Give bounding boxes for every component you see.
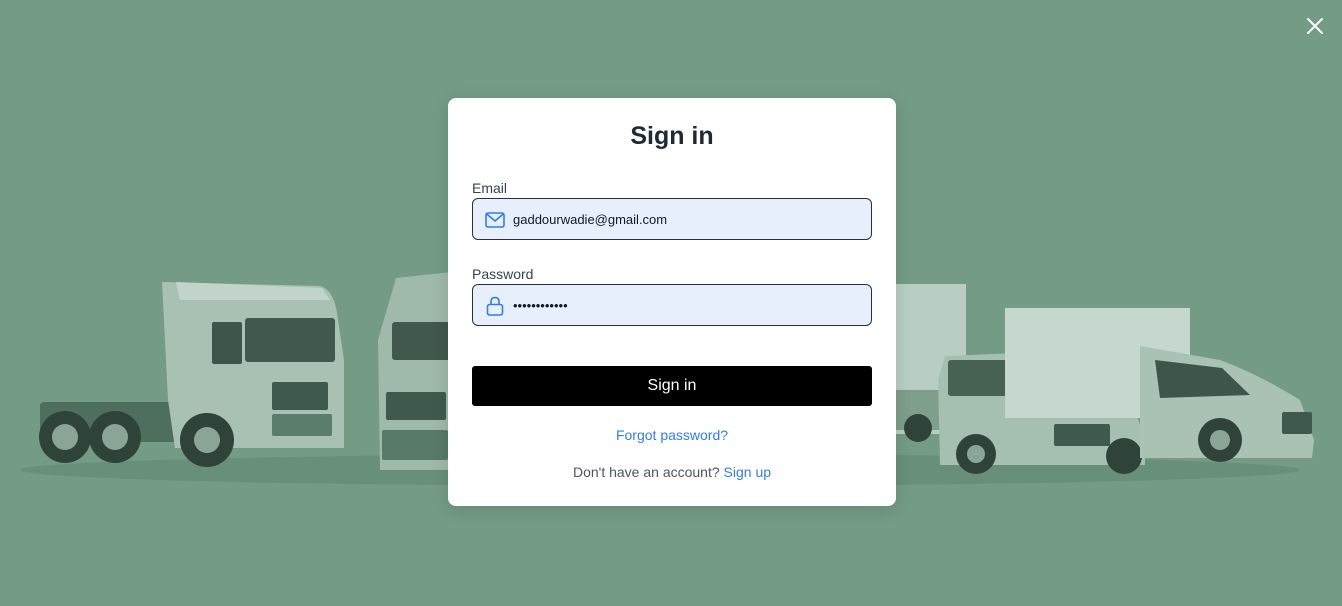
forgot-password-row: Forgot password? [448,427,896,443]
sign-up-link[interactable]: Sign up [724,464,771,480]
page-title: Sign in [630,122,714,150]
sign-in-modal: Sign in Email Password Sign [448,98,896,506]
signup-row: Don't have an account? Sign up [448,464,896,480]
email-input[interactable] [513,199,863,239]
truck-semi-left [39,282,344,467]
close-button[interactable] [1303,14,1327,38]
sign-in-button[interactable]: Sign in [472,366,872,406]
lock-icon [484,295,506,317]
no-account-text: Don't have an account? [572,464,720,480]
password-field[interactable] [472,284,872,326]
password-label: Password [472,266,534,282]
password-input[interactable] [513,285,863,325]
sign-in-screen: Sign in Email Password Sign [0,0,1342,606]
email-label: Email [472,180,508,196]
close-icon [1307,18,1323,34]
mail-icon [484,209,506,231]
email-field[interactable] [472,198,872,240]
forgot-password-link[interactable]: Forgot password? [616,427,728,443]
